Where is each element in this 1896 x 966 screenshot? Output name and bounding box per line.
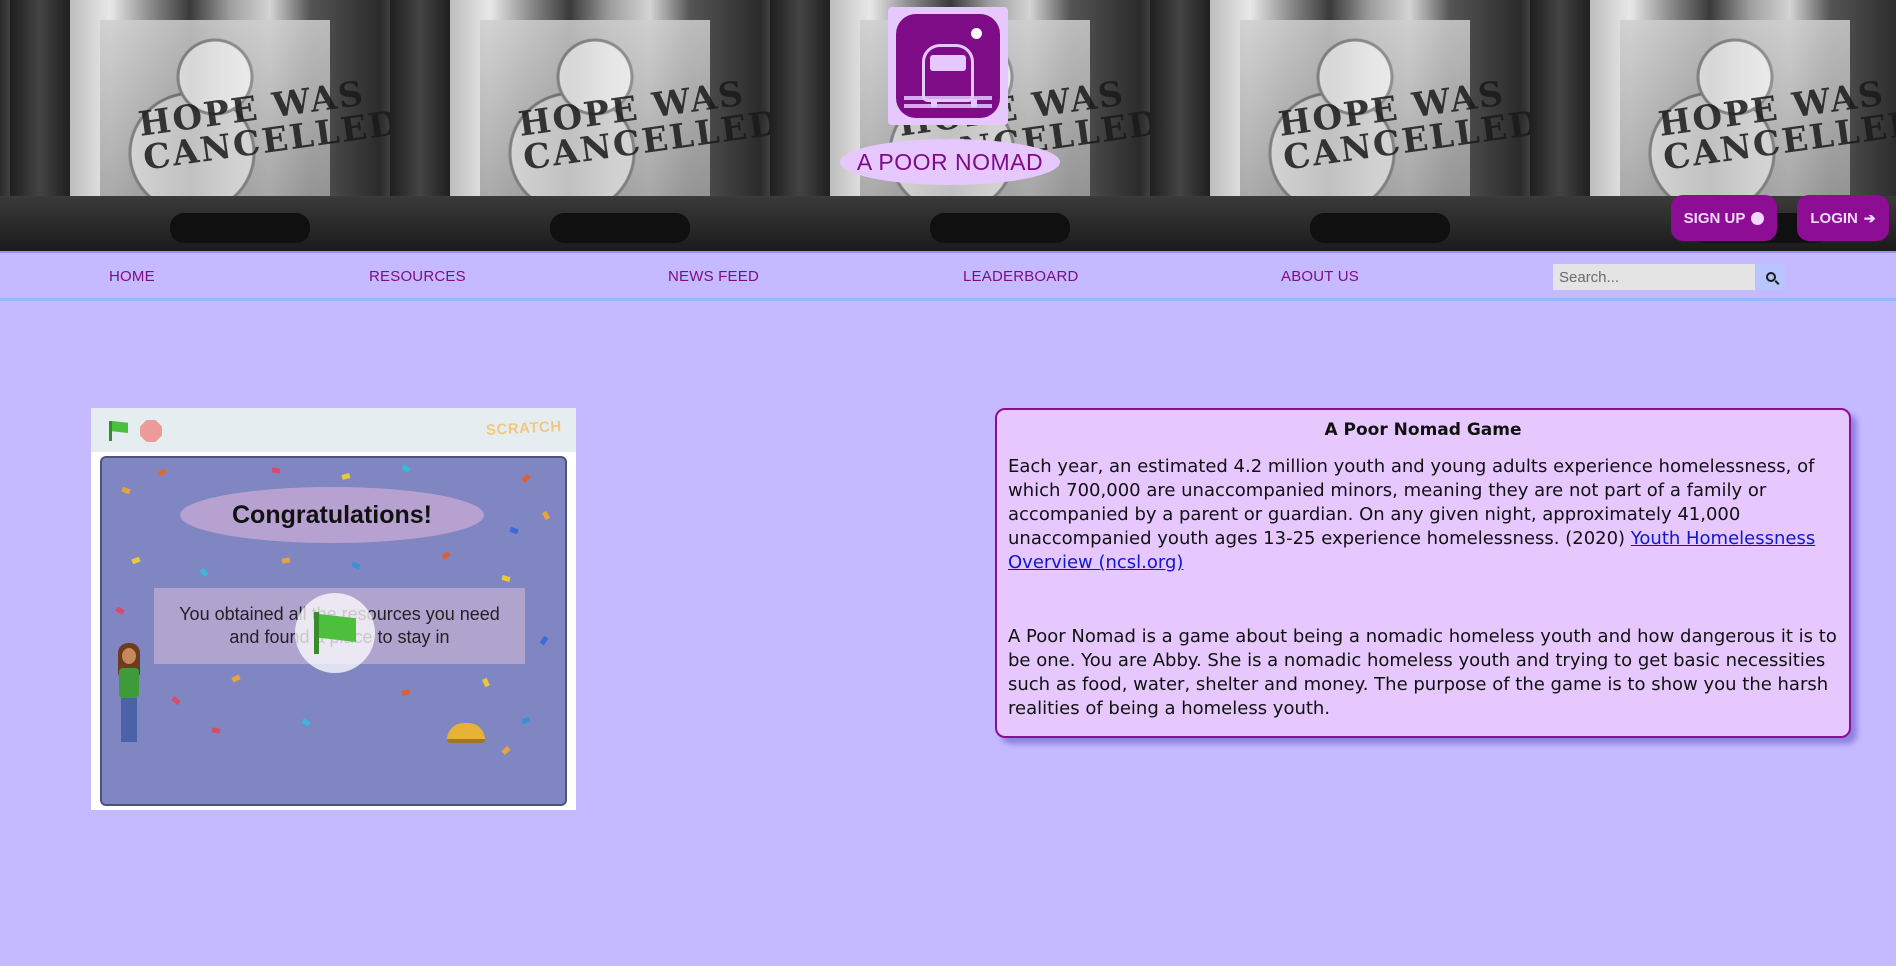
taco-sprite: [447, 723, 485, 743]
sign-up-label: SIGN UP: [1683, 209, 1746, 227]
scratch-game-embed[interactable]: SCRATCH Congratulations! You obtained al: [91, 408, 576, 810]
game-title-banner: Congratulations!: [180, 487, 484, 543]
banner-photo-tile: HOPE WAS CANCELLED: [1140, 0, 1543, 251]
search-button[interactable]: [1755, 264, 1786, 290]
play-overlay-button[interactable]: [295, 593, 375, 673]
game-stage[interactable]: Congratulations! You obtained all the re…: [100, 456, 567, 806]
search-input[interactable]: [1553, 264, 1755, 290]
site-logo[interactable]: [888, 7, 1008, 125]
abby-character: [112, 643, 148, 748]
sign-in-icon: ➔: [1863, 209, 1876, 226]
brand-name: A POOR NOMAD: [856, 148, 1044, 175]
info-title: A Poor Nomad Game: [1324, 420, 1522, 440]
main-navbar: HOME RESOURCES NEWS FEED LEADERBOARD ABO…: [0, 251, 1896, 301]
nav-item-home[interactable]: HOME: [109, 268, 155, 285]
green-flag-icon: [314, 612, 356, 654]
sign-up-button[interactable]: SIGN UP: [1671, 195, 1777, 241]
green-flag-icon[interactable]: [107, 420, 129, 442]
game-info-card: A Poor Nomad Game Each year, an estimate…: [995, 408, 1851, 738]
header-banner: HOPE WAS CANCELLED HOPE WAS CANCELLED HO…: [0, 0, 1896, 251]
nav-item-resources[interactable]: RESOURCES: [369, 268, 466, 285]
search-icon: [1765, 272, 1776, 282]
stop-icon[interactable]: [140, 420, 162, 442]
nav-item-leaderboard[interactable]: LEADERBOARD: [963, 268, 1079, 285]
search-form: [1553, 264, 1786, 290]
login-label: LOGIN: [1810, 209, 1858, 227]
bus-moon-logo-icon: [896, 14, 1000, 118]
nav-item-about-us[interactable]: ABOUT US: [1281, 268, 1359, 285]
banner-photo-tile: HOPE WAS CANCELLED: [0, 0, 403, 251]
user-circle-icon: [1751, 211, 1765, 225]
game-title: Congratulations!: [232, 500, 432, 529]
nav-item-news-feed[interactable]: NEWS FEED: [668, 268, 759, 285]
scratch-logo[interactable]: SCRATCH: [486, 418, 563, 439]
info-paragraph-about: A Poor Nomad is a game about being a nom…: [1008, 626, 1837, 719]
game-toolbar: SCRATCH: [91, 408, 576, 452]
brand-name-badge: A POOR NOMAD: [840, 139, 1060, 185]
login-button[interactable]: LOGIN ➔: [1797, 195, 1889, 241]
banner-photo-tile: HOPE WAS CANCELLED: [380, 0, 783, 251]
info-paragraph-stats: Each year, an estimated 4.2 million yout…: [1008, 455, 1838, 575]
